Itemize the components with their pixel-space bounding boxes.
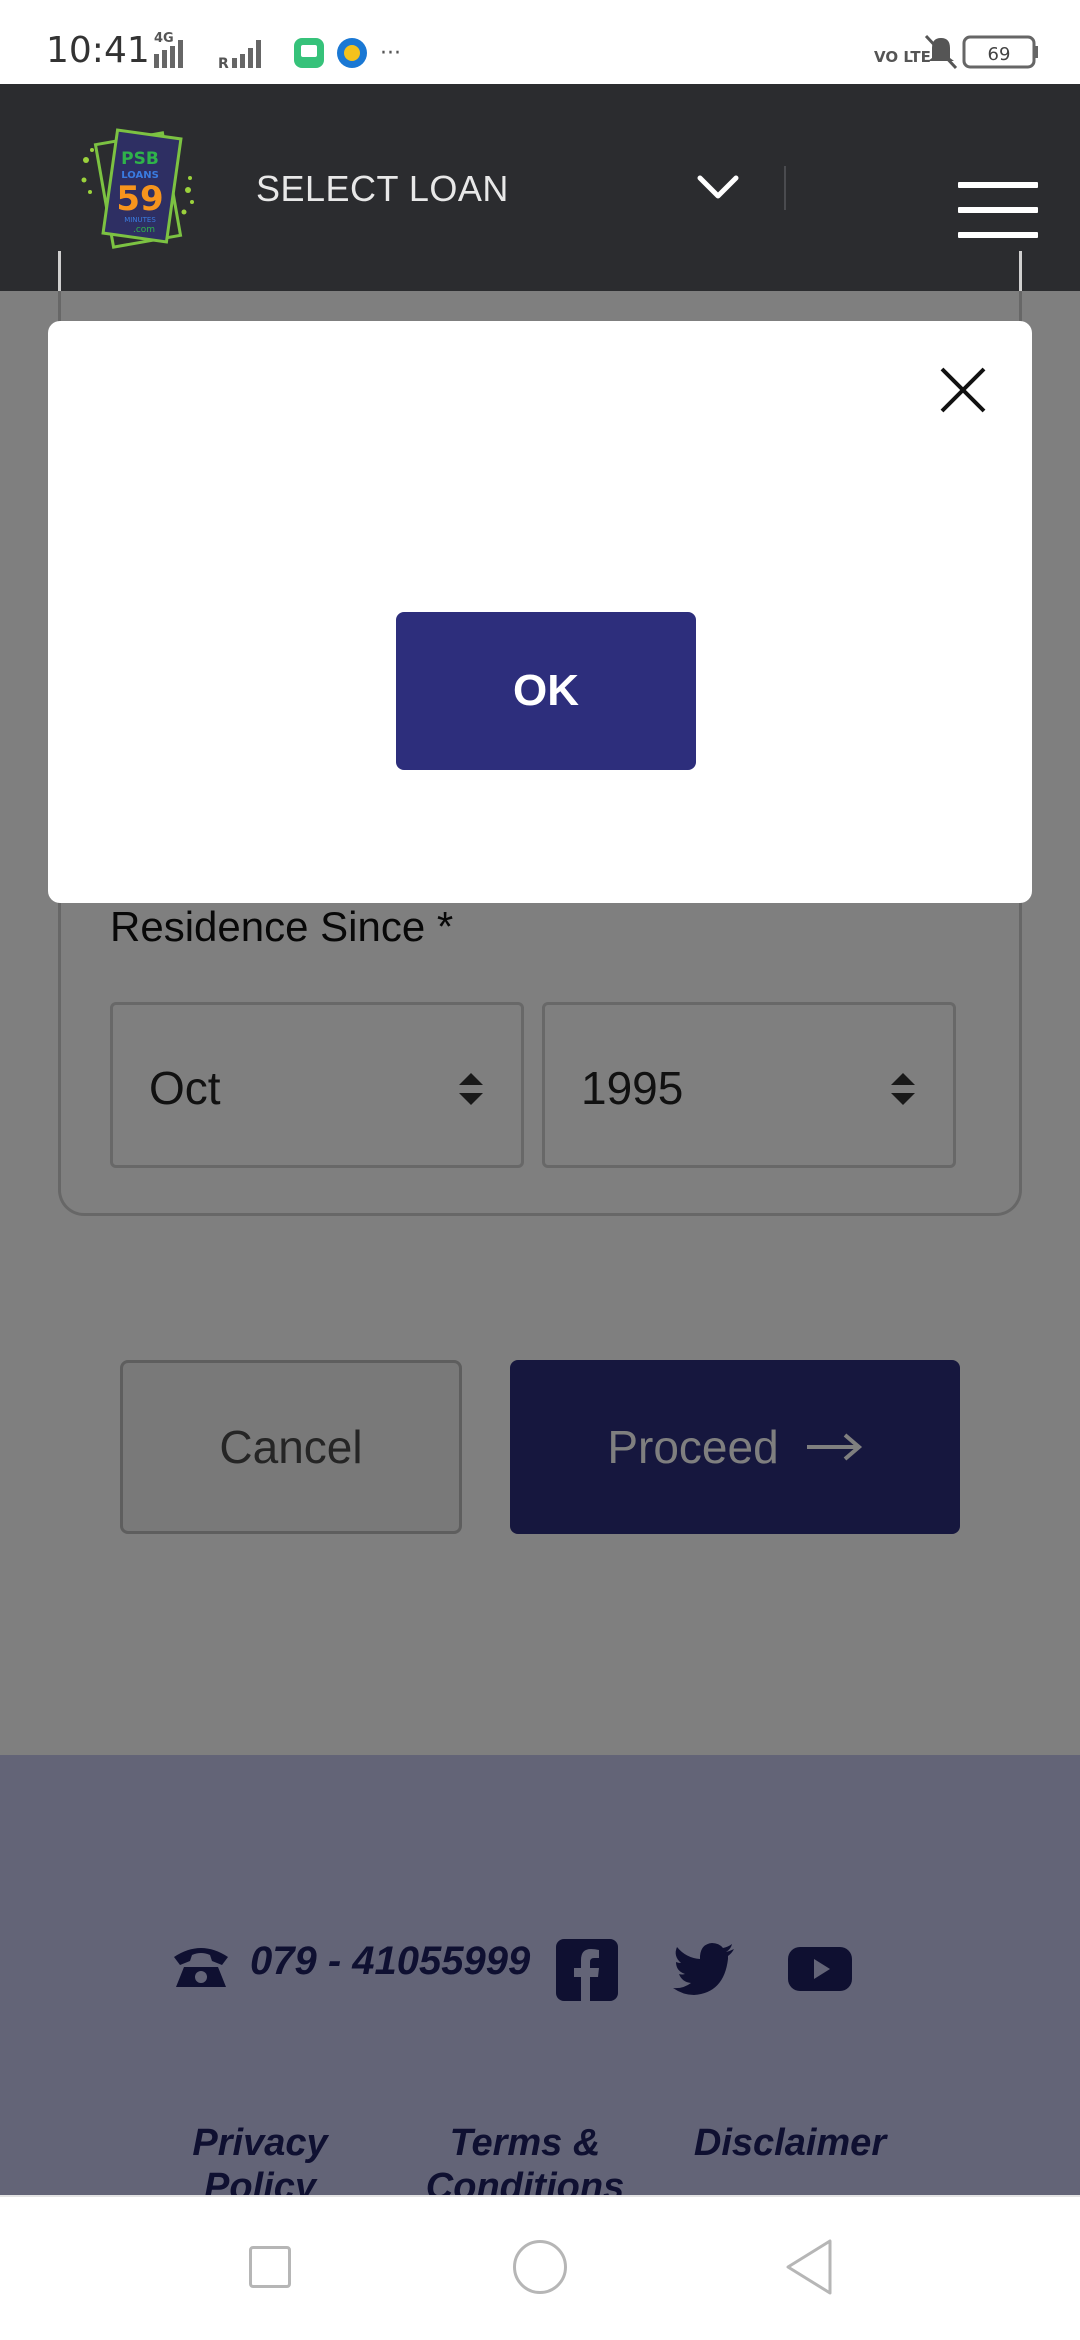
- header-divider: [784, 166, 786, 210]
- home-icon[interactable]: [513, 2240, 567, 2294]
- psb-loans-logo[interactable]: PSB LOANS 59 MINUTES .com: [80, 120, 196, 258]
- svg-text:PSB: PSB: [121, 149, 159, 169]
- more-notifications: ···: [380, 41, 401, 66]
- network-type-label: 4G: [154, 31, 174, 46]
- roaming-label: R: [218, 56, 229, 72]
- back-icon[interactable]: [784, 2237, 834, 2297]
- svg-text:MINUTES: MINUTES: [124, 216, 156, 224]
- status-bar: 10:41 4G R ··· VO LTE 69: [0, 0, 1080, 84]
- clock: 10:41: [46, 30, 150, 71]
- chevron-down-icon[interactable]: [696, 172, 740, 202]
- alert-dialog: OK: [48, 321, 1032, 903]
- select-loan-dropdown[interactable]: SELECT LOAN: [256, 168, 509, 210]
- system-nav-bar: [0, 2195, 1080, 2340]
- status-right-icons: VO LTE 69: [874, 34, 1038, 70]
- ok-button[interactable]: OK: [396, 612, 696, 770]
- signal-icon-2: [232, 40, 261, 68]
- status-left-icons: 4G R ···: [154, 31, 401, 72]
- svg-text:.com: .com: [133, 225, 155, 235]
- volte-icon: VO LTE: [874, 48, 931, 66]
- hamburger-menu-icon[interactable]: [958, 182, 1038, 238]
- battery-level: 69: [988, 44, 1011, 65]
- recent-apps-icon[interactable]: [249, 2246, 291, 2288]
- close-icon[interactable]: [938, 365, 988, 415]
- svg-text:59: 59: [116, 179, 163, 219]
- ok-button-label: OK: [513, 666, 579, 715]
